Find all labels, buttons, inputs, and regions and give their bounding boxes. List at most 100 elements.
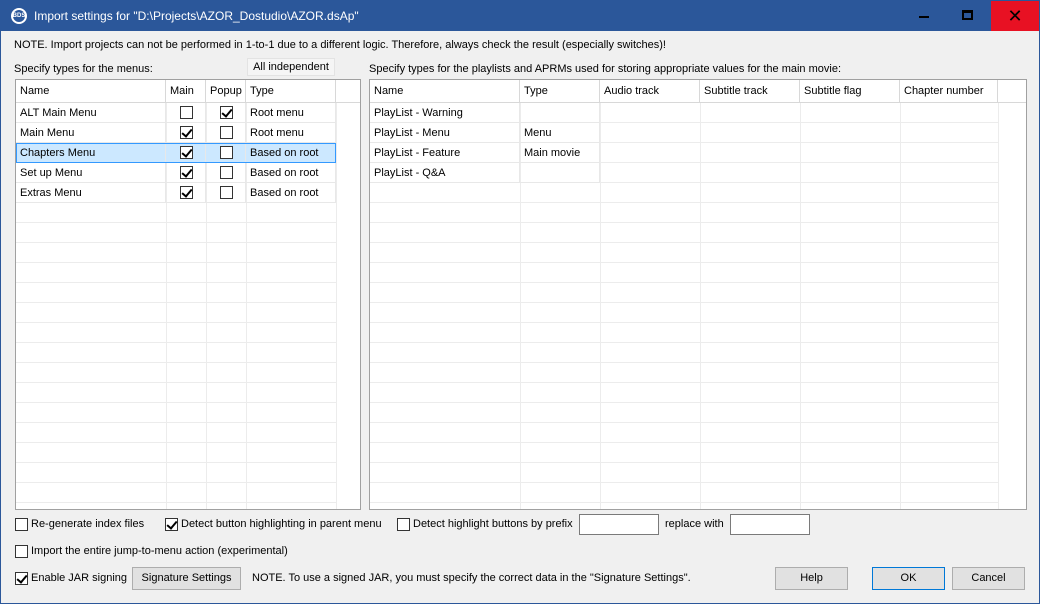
main-cell: [166, 183, 206, 203]
playlist-type[interactable]: [520, 163, 600, 183]
grid-line: [998, 103, 999, 509]
grid-line: [16, 422, 336, 423]
playlist-type[interactable]: Main movie: [520, 143, 600, 163]
jar-note: NOTE. To use a signed JAR, you must spec…: [252, 572, 691, 584]
popup-checkbox[interactable]: [220, 126, 233, 139]
grid-line: [370, 242, 998, 243]
ok-button[interactable]: OK: [872, 567, 945, 590]
menu-type[interactable]: Based on root: [246, 143, 336, 163]
col-type[interactable]: Type: [246, 80, 336, 103]
col-name[interactable]: Name: [370, 80, 520, 103]
col-audio-track[interactable]: Audio track: [600, 80, 700, 103]
playlist-type[interactable]: Menu: [520, 123, 600, 143]
popup-checkbox[interactable]: [220, 166, 233, 179]
all-independent-button[interactable]: All independent: [247, 58, 335, 76]
grid-line: [16, 362, 336, 363]
menus-grid[interactable]: Name Main Popup Type ALT Main Menu Root …: [15, 79, 361, 510]
detect-by-prefix-label[interactable]: Detect highlight buttons by prefix: [413, 518, 573, 530]
popup-checkbox[interactable]: [220, 106, 233, 119]
menus-grid-header: Name Main Popup Type: [16, 80, 360, 103]
grid-line: [370, 262, 998, 263]
main-cell: [166, 163, 206, 183]
main-checkbox[interactable]: [180, 106, 193, 119]
grid-line: [370, 362, 998, 363]
cancel-button[interactable]: Cancel: [952, 567, 1025, 590]
grid-line: [370, 302, 998, 303]
app-icon: BDS: [11, 8, 27, 24]
grid-line: [336, 103, 337, 509]
main-cell: [166, 123, 206, 143]
grid-line: [700, 103, 701, 509]
grid-line: [16, 302, 336, 303]
playlists-label: Specify types for the playlists and APRM…: [369, 63, 842, 75]
main-checkbox[interactable]: [180, 186, 193, 199]
menu-type[interactable]: Root menu: [246, 123, 336, 143]
signature-settings-button[interactable]: Signature Settings: [132, 567, 241, 590]
menu-type[interactable]: Based on root: [246, 183, 336, 203]
menu-name: Chapters Menu: [16, 143, 166, 163]
playlist-name: PlayList - Warning: [370, 103, 520, 123]
help-button[interactable]: Help: [775, 567, 848, 590]
popup-cell: [206, 143, 246, 163]
import-settings-window: BDS Import settings for "D:\Projects\AZO…: [0, 0, 1040, 604]
playlist-type[interactable]: [520, 103, 600, 123]
regen-index-checkbox[interactable]: [15, 518, 28, 531]
window-title: Import settings for "D:\Projects\AZOR_Do…: [34, 9, 359, 23]
col-type[interactable]: Type: [520, 80, 600, 103]
grid-line: [370, 482, 998, 483]
main-checkbox[interactable]: [180, 146, 193, 159]
close-icon: ✕: [1007, 6, 1023, 26]
popup-checkbox[interactable]: [220, 146, 233, 159]
playlist-name: PlayList - Menu: [370, 123, 520, 143]
minimize-button[interactable]: [901, 1, 947, 31]
close-button[interactable]: ✕: [991, 1, 1039, 31]
playlists-grid[interactable]: Name Type Audio track Subtitle track Sub…: [369, 79, 1027, 510]
main-cell: [166, 143, 206, 163]
main-checkbox[interactable]: [180, 166, 193, 179]
detect-highlight-parent-label[interactable]: Detect button highlighting in parent men…: [181, 518, 382, 530]
grid-line: [370, 502, 998, 503]
grid-line: [370, 282, 998, 283]
grid-line: [370, 202, 998, 203]
menu-type[interactable]: Based on root: [246, 163, 336, 183]
col-name[interactable]: Name: [16, 80, 166, 103]
grid-line: [16, 222, 336, 223]
import-jump-checkbox[interactable]: [15, 545, 28, 558]
grid-line: [16, 262, 336, 263]
import-jump-label[interactable]: Import the entire jump-to-menu action (e…: [31, 545, 288, 557]
grid-line: [800, 103, 801, 509]
detect-by-prefix-checkbox[interactable]: [397, 518, 410, 531]
col-chapter-number[interactable]: Chapter number: [900, 80, 998, 103]
import-note: NOTE. Import projects can not be perform…: [14, 39, 666, 51]
maximize-button[interactable]: [945, 1, 991, 31]
grid-line: [370, 442, 998, 443]
col-main[interactable]: Main: [166, 80, 206, 103]
grid-line: [370, 422, 998, 423]
regen-index-label[interactable]: Re-generate index files: [31, 518, 144, 530]
title-bar[interactable]: BDS Import settings for "D:\Projects\AZO…: [1, 1, 1039, 31]
playlist-name: PlayList - Feature: [370, 143, 520, 163]
menu-type[interactable]: Root menu: [246, 103, 336, 123]
jar-signing-label[interactable]: Enable JAR signing: [31, 572, 127, 584]
detect-highlight-parent-checkbox[interactable]: [165, 518, 178, 531]
menu-name: Set up Menu: [16, 163, 166, 183]
menu-name: Extras Menu: [16, 183, 166, 203]
replace-with-label: replace with: [665, 518, 724, 530]
grid-line: [16, 482, 336, 483]
grid-line: [370, 222, 998, 223]
playlist-name: PlayList - Q&A: [370, 163, 520, 183]
popup-checkbox[interactable]: [220, 186, 233, 199]
main-checkbox[interactable]: [180, 126, 193, 139]
grid-line: [16, 322, 336, 323]
col-subtitle-track[interactable]: Subtitle track: [700, 80, 800, 103]
col-popup[interactable]: Popup: [206, 80, 246, 103]
jar-signing-checkbox[interactable]: [15, 572, 28, 585]
col-subtitle-flag[interactable]: Subtitle flag: [800, 80, 900, 103]
prefix-input[interactable]: [579, 514, 659, 535]
replace-with-input[interactable]: [730, 514, 810, 535]
grid-line: [16, 342, 336, 343]
grid-line: [600, 103, 601, 509]
minimize-icon: [919, 16, 929, 18]
grid-line: [370, 382, 998, 383]
grid-line: [370, 342, 998, 343]
